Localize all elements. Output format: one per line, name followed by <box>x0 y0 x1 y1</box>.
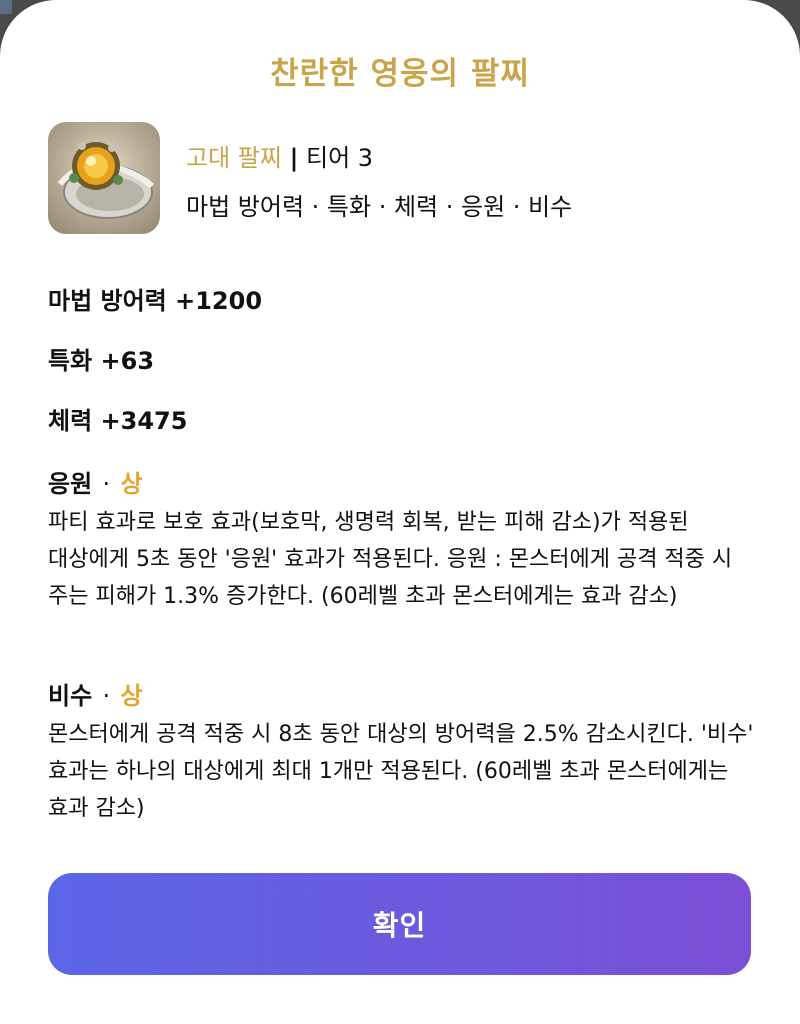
engraving-title: 비수 · 상 <box>48 676 143 711</box>
dialog-title: 찬란한 영웅의 팔찌 <box>270 56 530 92</box>
item-detail-dialog: 찬란한 영웅의 팔찌 고대 팔찌 | 티어 3 마법 방어력 · 특화 · 체력… <box>0 0 800 1024</box>
stat-line: 체력 +3475 <box>48 407 188 435</box>
engraving-dot: · <box>102 470 111 498</box>
engraving-level: 상 <box>120 470 143 498</box>
meta-separator: | <box>289 144 299 172</box>
stat-line: 특화 +63 <box>48 347 155 375</box>
engraving-name: 비수 <box>48 682 93 710</box>
item-effect-summary: 마법 방어력 · 특화 · 체력 · 응원 · 비수 <box>186 193 573 221</box>
engraving-title: 응원 · 상 <box>48 464 143 499</box>
engraving-description: 파티 효과로 보호 효과(보호막, 생명력 회복, 받는 피해 감소)가 적용된… <box>48 510 733 609</box>
bracelet-icon <box>48 122 160 234</box>
item-meta: 고대 팔찌 | 티어 3 <box>186 138 373 173</box>
engraving-name: 응원 <box>48 470 93 498</box>
engraving-level: 상 <box>120 682 143 710</box>
confirm-button[interactable]: 확인 <box>48 873 751 975</box>
background-edge <box>0 0 12 14</box>
engraving-dot: · <box>102 682 111 710</box>
item-grade: 고대 팔찌 <box>186 144 282 172</box>
engraving-description: 몬스터에게 공격 적중 시 8초 동안 대상의 방어력을 2.5% 감소시킨다.… <box>48 722 754 821</box>
stat-line: 마법 방어력 +1200 <box>48 287 263 315</box>
item-tier: 티어 3 <box>306 144 374 172</box>
